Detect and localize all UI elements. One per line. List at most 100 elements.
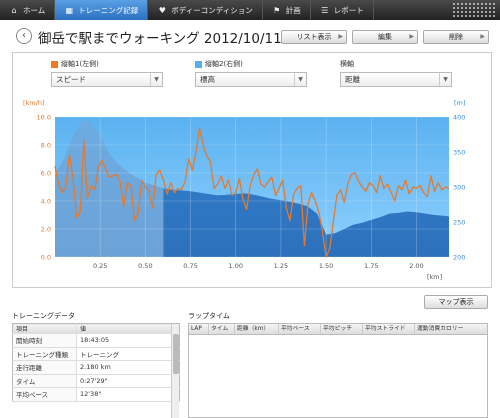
body-icon: ♥ [158, 5, 166, 15]
y1-tick-label: 8.0 [41, 142, 51, 150]
training-table-scrollbar[interactable] [171, 324, 179, 418]
x-tick-label: 2.00 [409, 262, 423, 270]
chevron-right-icon: ▶ [480, 33, 485, 40]
table-cell-key: 走行距離 [12, 360, 77, 375]
training-icon: ▦ [65, 5, 74, 15]
page-title: 御岳で駅までウォーキング 2012/10/11 [38, 31, 282, 47]
delete-button[interactable]: 削除 ▶ [423, 30, 489, 44]
tab-report-label: レポート [333, 5, 364, 15]
table-row: トレーニング種類 トレーニング [12, 347, 180, 361]
y2-tick-label: 250 [453, 219, 465, 227]
x-tick-label: 1.25 [274, 262, 288, 270]
top-nav: ⌂ ホーム ▦ トレーニング記録 ♥ ボディーコンディション ⚑ 計画 ☰ レポ… [0, 0, 500, 20]
y2-tick-label: 400 [453, 114, 465, 122]
table-row: 走行距離 2.180 km [12, 360, 180, 375]
scrollbar-thumb[interactable] [173, 334, 179, 374]
table-cell-value: トレーニング [76, 347, 180, 361]
dual-axis-chart: [km/h] [m] [km] 0.0 2.0 4.0 6.0 8.0 10.0 200 25… [23, 99, 465, 281]
y2-select-value: 標高 [200, 75, 215, 84]
y2-axis-selector: 縦軸2(右側) 標高 ▼ [195, 59, 307, 87]
y1-select[interactable]: スピード ▼ [51, 72, 163, 87]
tab-plan-label: 計画 [285, 5, 301, 15]
list-view-label: リスト表示 [296, 33, 332, 41]
title-row: ‹ 御岳で駅までウォーキング 2012/10/11 リスト表示 ▶ 編集 ▶ 削… [0, 24, 500, 48]
table-cell-key: トレーニング種類 [12, 347, 77, 361]
table-row: タイム 0:27'29" [12, 374, 180, 388]
x-tick-label: 0.75 [183, 262, 197, 270]
y1-tick-label: 6.0 [41, 170, 51, 178]
tab-report[interactable]: ☰ レポート [311, 0, 374, 20]
table-cell-value: 18:43:05 [76, 333, 180, 348]
y2-select[interactable]: 標高 ▼ [195, 72, 307, 87]
table-header-cell: 項目 [12, 323, 77, 334]
chevron-down-icon: ▼ [294, 73, 306, 86]
tab-training-label: トレーニング記録 [78, 5, 139, 15]
training-data-heading: トレーニングデータ [12, 312, 75, 320]
tab-plan[interactable]: ⚑ 計画 [263, 0, 311, 20]
tab-home[interactable]: ⌂ ホーム [0, 0, 56, 20]
lap-time-table: LAP タイム 距離（km） 平均ペース 平均ピッチ 平均ストライド 運動消費カ… [188, 323, 488, 418]
back-arrow-icon[interactable]: ‹ [16, 28, 32, 44]
edit-button[interactable]: 編集 ▶ [352, 30, 418, 44]
edit-label: 編集 [378, 33, 392, 41]
y1-color-swatch [51, 60, 58, 68]
list-view-button[interactable]: リスト表示 ▶ [281, 30, 347, 44]
x-select[interactable]: 距離 ▼ [340, 72, 452, 87]
report-icon: ☰ [321, 5, 329, 15]
y1-axis-selector: 縦軸1(左側) スピード ▼ [51, 59, 163, 87]
x-axis-selector: 横軸 距離 ▼ [340, 59, 452, 87]
table-header-row: 項目 値 [12, 323, 180, 334]
chevron-down-icon: ▼ [439, 73, 451, 86]
y1-tick-label: 4.0 [41, 198, 51, 206]
table-cell-key: 平均ペース [12, 387, 77, 402]
y2-color-swatch [195, 60, 202, 68]
x-unit-label: [km] [427, 273, 442, 281]
y1-tick-label: 0.0 [41, 254, 51, 262]
lap-time-heading: ラップタイム [188, 312, 230, 320]
y1-label: 縦軸1(左側) [61, 60, 99, 68]
tab-home-label: ホーム [23, 5, 46, 15]
y2-tick-label: 300 [453, 184, 465, 192]
lap-col-header: 平均ストライド [363, 324, 415, 334]
y1-tick-label: 10.0 [37, 114, 51, 122]
x-tick-label: 1.00 [228, 262, 242, 270]
x-tick-label: 0.50 [138, 262, 152, 270]
x-tick-label: 1.75 [364, 262, 378, 270]
lap-col-header: 平均ペース [279, 324, 321, 334]
lap-col-header: 距離（km） [235, 324, 279, 334]
brand-logo [452, 2, 496, 18]
lap-col-header: LAP [189, 324, 209, 334]
y2-tick-label: 350 [453, 149, 465, 157]
chevron-right-icon: ▶ [338, 33, 343, 40]
tab-training[interactable]: ▦ トレーニング記録 [55, 0, 149, 20]
table-cell-value: 2.180 km [76, 360, 180, 375]
chart-panel: 縦軸1(左側) スピード ▼ 縦軸2(右側) 標高 ▼ 横軸 距離 ▼ [km/… [12, 52, 492, 288]
table-cell-key: タイム [12, 374, 77, 388]
lap-header-row: LAP タイム 距離（km） 平均ペース 平均ピッチ 平均ストライド 運動消費カ… [189, 324, 487, 335]
training-data-table: 項目 値 開始時刻 18:43:05 トレーニング種類 トレーニング 走行距離 … [12, 323, 180, 402]
home-icon: ⌂ [11, 5, 17, 15]
y1-unit-label: [km/h] [23, 99, 44, 107]
map-view-button[interactable]: マップ表示 [424, 295, 488, 309]
y2-label: 縦軸2(右側) [205, 60, 243, 68]
chevron-down-icon: ▼ [150, 73, 162, 86]
x-label: 横軸 [340, 60, 354, 68]
table-cell-value: 12'38" [76, 387, 180, 402]
x-tick-label: 1.50 [319, 262, 333, 270]
chevron-right-icon: ▶ [409, 33, 414, 40]
lap-col-header: タイム [209, 324, 235, 334]
table-cell-value: 0:27'29" [76, 374, 180, 388]
tab-body-label: ボディーコンディション [171, 5, 253, 15]
y2-unit-label: [m] [454, 99, 465, 107]
table-cell-key: 開始時刻 [12, 333, 77, 348]
lap-col-header: 運動消費カロリー [417, 326, 464, 332]
table-header-cell: 値 [76, 323, 180, 334]
table-row: 平均ペース 12'38" [12, 387, 180, 402]
x-tick-label: 0.25 [93, 262, 107, 270]
map-view-label: マップ表示 [438, 298, 474, 306]
delete-label: 削除 [449, 33, 463, 41]
y2-tick-label: 200 [453, 254, 465, 262]
table-row: 開始時刻 18:43:05 [12, 333, 180, 348]
tab-body-condition[interactable]: ♥ ボディーコンディション [148, 0, 263, 20]
lap-col-header: 平均ピッチ [321, 324, 363, 334]
